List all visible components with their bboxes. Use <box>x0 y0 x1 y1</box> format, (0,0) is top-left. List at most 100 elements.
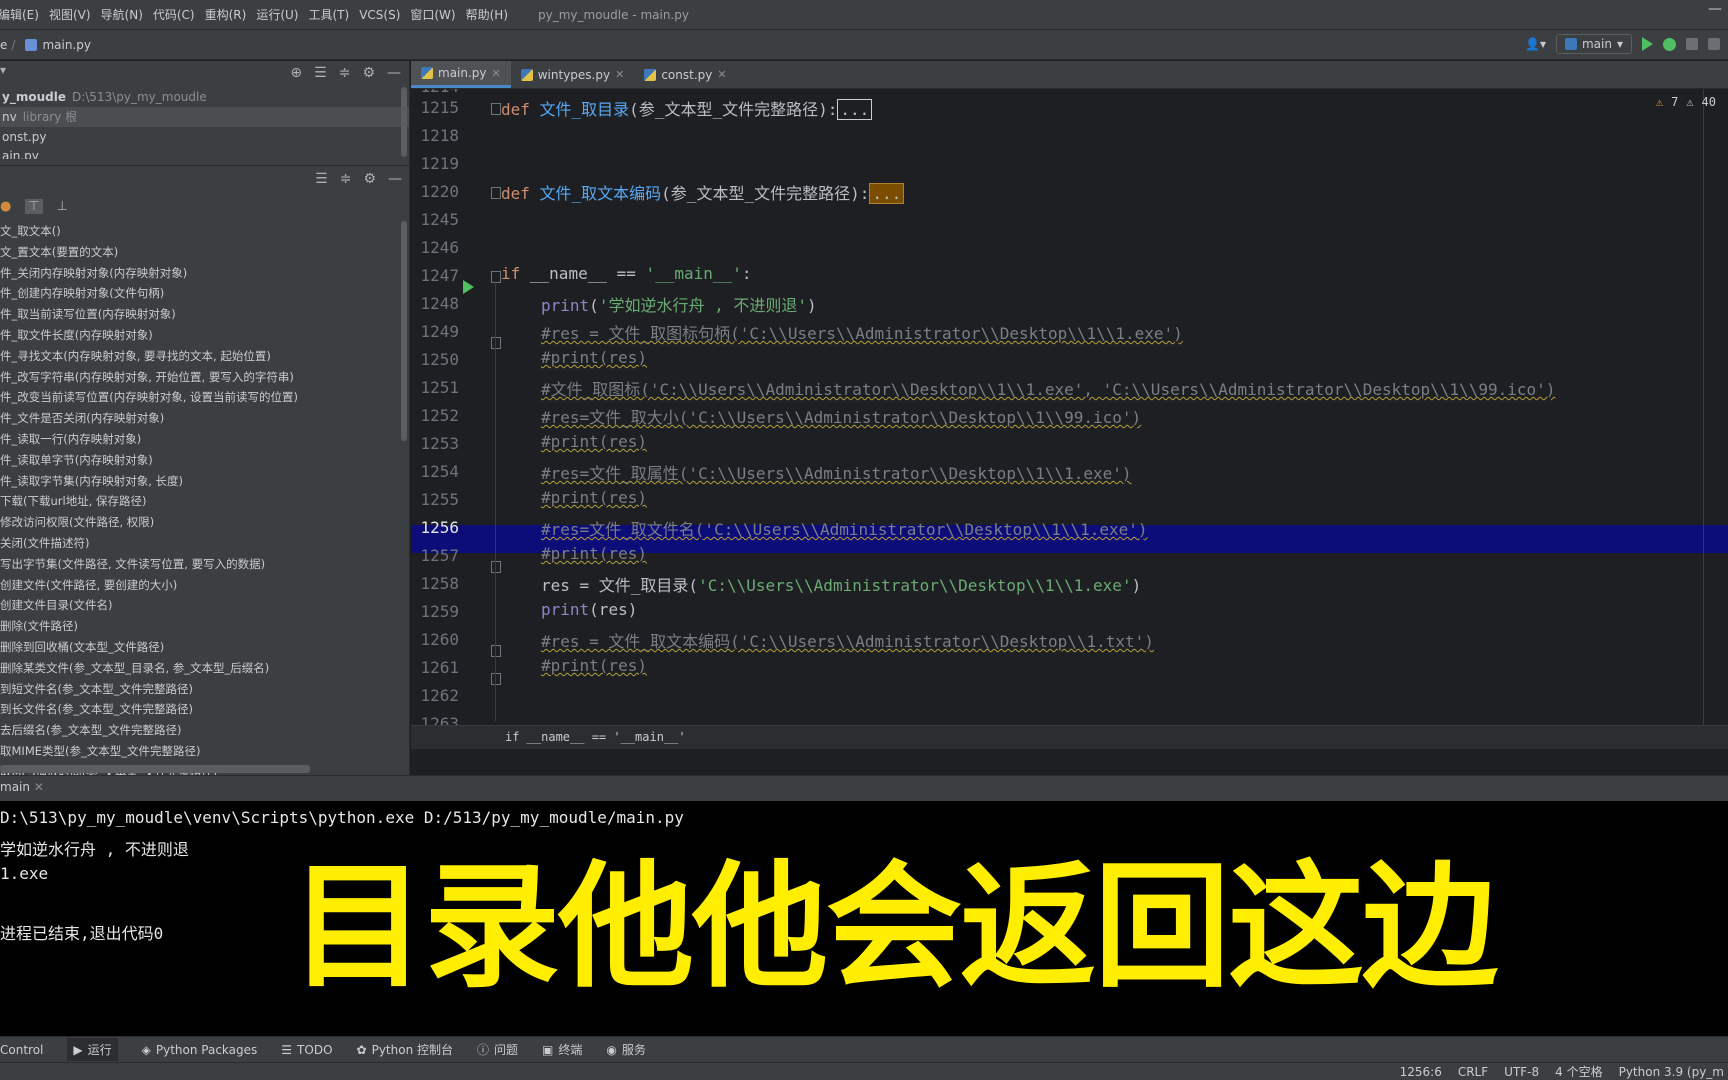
code-line-1254: #res=文件_取属性('C:\\Users\\Administrator\\D… <box>541 464 1132 483</box>
structure-item[interactable]: 文_取文本() <box>0 221 400 242</box>
structure-item[interactable]: 件_创建内存映射对象(文件句柄) <box>0 283 400 304</box>
tab-wintypes-py[interactable]: wintypes.py ✕ <box>511 61 635 88</box>
tool-todo[interactable]: ☰ TODO <box>281 1043 332 1057</box>
tab-const-py[interactable]: const.py ✕ <box>634 61 736 88</box>
structure-item[interactable]: 件_读取一行(内存映射对象) <box>0 429 400 450</box>
fold-icon[interactable] <box>491 103 501 115</box>
close-icon[interactable]: ✕ <box>34 780 44 794</box>
fold-icon[interactable] <box>491 187 501 199</box>
structure-item[interactable]: 件_读取字节集(内存映射对象, 长度) <box>0 471 400 492</box>
gear-icon[interactable]: ⚙ <box>362 65 375 81</box>
structure-item[interactable]: 到短文件名(参_文本型_文件完整路径) <box>0 679 400 700</box>
expand-all-icon[interactable]: ☰ <box>315 171 328 187</box>
indent-setting[interactable]: 4 个空格 <box>1555 1063 1602 1080</box>
structure-item[interactable]: 下载(下载url地址, 保存路径) <box>0 491 400 512</box>
structure-item[interactable]: 到长文件名(参_文本型_文件完整路径) <box>0 699 400 720</box>
sort-icon[interactable]: ● <box>0 199 11 214</box>
menu-refactor[interactable]: 重构(R) <box>205 6 247 23</box>
hide-icon[interactable]: — <box>387 65 401 81</box>
inspection-widget[interactable]: ⚠ 7 ⚠ 40 <box>1656 95 1716 109</box>
close-icon[interactable]: ✕ <box>615 68 624 81</box>
structure-item[interactable]: 关闭(文件描述符) <box>0 533 400 554</box>
tool-services[interactable]: ◉ 服务 <box>606 1041 646 1058</box>
tool-run[interactable]: ▶ 运行 <box>67 1038 118 1061</box>
fold-icon[interactable] <box>491 337 501 349</box>
fold-icon[interactable] <box>491 673 501 685</box>
debug-icon[interactable] <box>1663 37 1676 51</box>
code-editor[interactable]: ⚠ 7 ⚠ 40 1214 1215 1218 1219 1220 1245 124… <box>411 89 1728 749</box>
file-encoding[interactable]: UTF-8 <box>1504 1065 1539 1079</box>
locate-icon[interactable]: ⊕ <box>290 65 302 81</box>
tool-terminal[interactable]: ▣ 终端 <box>542 1041 582 1058</box>
menu-run[interactable]: 运行(U) <box>256 6 298 23</box>
tree-item-main[interactable]: ain.py <box>0 147 409 159</box>
run-icon[interactable] <box>1642 37 1653 51</box>
run-config-selector[interactable]: main ▾ <box>1555 34 1632 54</box>
tool-python-console[interactable]: ✿ Python 控制台 <box>357 1041 453 1058</box>
fold-icon[interactable] <box>491 645 501 657</box>
structure-item[interactable]: 件_文件是否关闭(内存映射对象) <box>0 408 400 429</box>
structure-item[interactable]: 修改访问权限(文件路径, 权限) <box>0 512 400 533</box>
interpreter-selector[interactable]: Python 3.9 (py_m <box>1619 1065 1724 1079</box>
show-fields-icon[interactable]: ⊤ <box>25 198 43 214</box>
close-icon[interactable]: ✕ <box>492 67 501 80</box>
structure-item[interactable]: 件_寻找文本(内存映射对象, 要寻找的文本, 起始位置) <box>0 346 400 367</box>
collapse-all-icon[interactable]: ≑ <box>339 65 351 81</box>
expand-all-icon[interactable]: ☰ <box>314 65 327 81</box>
structure-item[interactable]: 删除某类文件(参_文本型_目录名, 参_文本型_后缀名) <box>0 658 400 679</box>
tab-main-py[interactable]: main.py ✕ <box>411 61 511 88</box>
tree-item-const[interactable]: onst.py <box>0 127 409 147</box>
hide-icon[interactable]: — <box>388 171 402 187</box>
horizontal-scrollbar[interactable] <box>0 765 310 773</box>
fold-icon[interactable] <box>491 561 501 573</box>
breadcrumb-file[interactable]: main.py <box>42 38 91 52</box>
menu-help[interactable]: 帮助(H) <box>466 6 508 23</box>
show-inherited-icon[interactable]: ⊥ <box>57 199 68 214</box>
structure-item[interactable]: 件_改写字符串(内存映射对象, 开始位置, 要写入的字符串) <box>0 367 400 388</box>
stop-icon[interactable] <box>1708 38 1720 50</box>
structure-item[interactable]: 写出字节集(文件路径, 文件读写位置, 要写入的数据) <box>0 554 400 575</box>
structure-item[interactable]: 取MIME类型(参_文本型_文件完整路径) <box>0 741 400 762</box>
tool-version-control[interactable]: Control <box>0 1043 43 1057</box>
structure-item[interactable]: 件_读取单字节(内存映射对象) <box>0 450 400 471</box>
structure-item[interactable]: 去后缀名(参_文本型_文件完整路径) <box>0 720 400 741</box>
menu-tools[interactable]: 工具(T) <box>308 6 349 23</box>
run-tab[interactable]: main ✕ <box>0 780 44 794</box>
structure-item[interactable]: 创建文件目录(文件名) <box>0 595 400 616</box>
menu-code[interactable]: 代码(C) <box>153 6 195 23</box>
scrollbar[interactable] <box>401 87 407 157</box>
tool-python-packages[interactable]: ◈ Python Packages <box>142 1043 258 1057</box>
folded-body[interactable]: ... <box>869 183 905 204</box>
scrollbar[interactable] <box>401 221 407 441</box>
breadcrumb-project[interactable]: e <box>0 38 7 52</box>
menu-vcs[interactable]: VCS(S) <box>359 8 400 22</box>
menu-edit[interactable]: 编辑(E) <box>0 6 39 23</box>
folded-body[interactable]: ... <box>837 99 873 120</box>
menu-window[interactable]: 窗口(W) <box>410 6 455 23</box>
structure-item[interactable]: 件_改变当前读写位置(内存映射对象, 设置当前读写的位置) <box>0 387 400 408</box>
close-icon[interactable]: ✕ <box>717 68 726 81</box>
code-breadcrumb[interactable]: if __name__ == '__main__' <box>411 725 1728 749</box>
structure-item[interactable]: 创建文件(文件路径, 要创建的大小) <box>0 575 400 596</box>
structure-item[interactable]: 删除(文件路径) <box>0 616 400 637</box>
structure-item[interactable]: 删除到回收桶(文本型_文件路径) <box>0 637 400 658</box>
run-gutter-icon[interactable] <box>463 280 474 294</box>
tree-item-project[interactable]: y_moudle D:\513\py_my_moudle <box>0 87 409 107</box>
caret-position[interactable]: 1256:6 <box>1400 1065 1442 1079</box>
structure-item[interactable]: 件_取文件长度(内存映射对象) <box>0 325 400 346</box>
user-icon[interactable]: 👤▾ <box>1525 37 1546 51</box>
gear-icon[interactable]: ⚙ <box>363 171 376 187</box>
structure-item[interactable]: 文_置文本(要置的文本) <box>0 242 400 263</box>
structure-item[interactable]: 件_关闭内存映射对象(内存映射对象) <box>0 263 400 284</box>
tool-problems[interactable]: ⓘ 问题 <box>477 1041 518 1058</box>
menu-navigate[interactable]: 导航(N) <box>101 6 143 23</box>
minimize-icon[interactable]: — <box>1708 2 1722 16</box>
menu-view[interactable]: 视图(V) <box>49 6 91 23</box>
structure-item[interactable]: 件_取当前读写位置(内存映射对象) <box>0 304 400 325</box>
coverage-icon[interactable] <box>1686 38 1698 50</box>
tree-item-venv[interactable]: nv library 根 <box>0 107 409 127</box>
line-separator[interactable]: CRLF <box>1458 1065 1488 1079</box>
collapse-all-icon[interactable]: ≑ <box>340 171 352 187</box>
fold-icon[interactable] <box>491 271 501 283</box>
chevron-down-icon[interactable]: ▾ <box>0 63 6 77</box>
